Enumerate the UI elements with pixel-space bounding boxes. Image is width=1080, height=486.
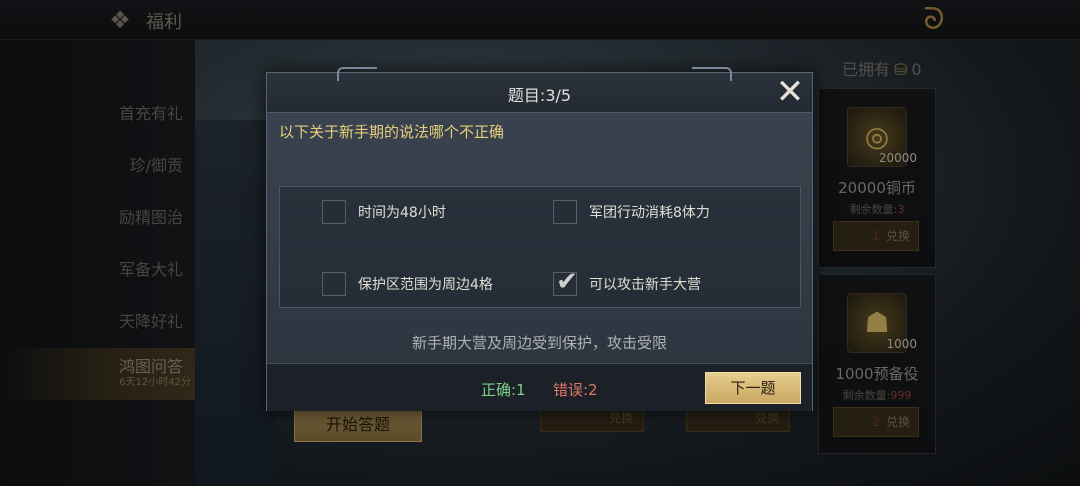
- dialog-title: 题目:3/5: [507, 86, 572, 105]
- options-panel: 时间为48小时 军团行动消耗8体力 保护区范围为周边4格 ✔ 可以攻击新手大营: [279, 186, 801, 308]
- dialog-footer: 正确:1 错误:2 下一题: [267, 363, 812, 411]
- checkbox-checked[interactable]: ✔: [553, 267, 578, 297]
- question-text: 以下关于新手期的说法哪个不正确: [279, 123, 505, 141]
- checkbox[interactable]: [322, 272, 346, 296]
- correct-count: 正确:1: [481, 381, 526, 399]
- quiz-dialog: 题目:3/5 ✕ 以下关于新手期的说法哪个不正确 时间为48小时 军团行动消耗8…: [266, 67, 813, 411]
- option-4[interactable]: ✔ 可以攻击新手大营: [553, 267, 701, 297]
- close-icon[interactable]: ✕: [772, 75, 808, 111]
- checkmark-icon: ✔: [556, 267, 578, 297]
- wrong-count: 错误:2: [553, 381, 598, 399]
- ornament-right: [692, 67, 732, 81]
- option-2[interactable]: 军团行动消耗8体力: [553, 199, 710, 225]
- answer-hint: 新手期大营及周边受到保护，攻击受限: [411, 334, 667, 352]
- checkbox[interactable]: [553, 200, 577, 224]
- checkbox[interactable]: [322, 200, 346, 224]
- dialog-header: 题目:3/5 ✕: [267, 67, 812, 113]
- ornament-left: [337, 67, 377, 81]
- next-question-button[interactable]: 下一题: [705, 372, 801, 404]
- option-1[interactable]: 时间为48小时: [322, 199, 446, 225]
- option-3[interactable]: 保护区范围为周边4格: [322, 271, 493, 297]
